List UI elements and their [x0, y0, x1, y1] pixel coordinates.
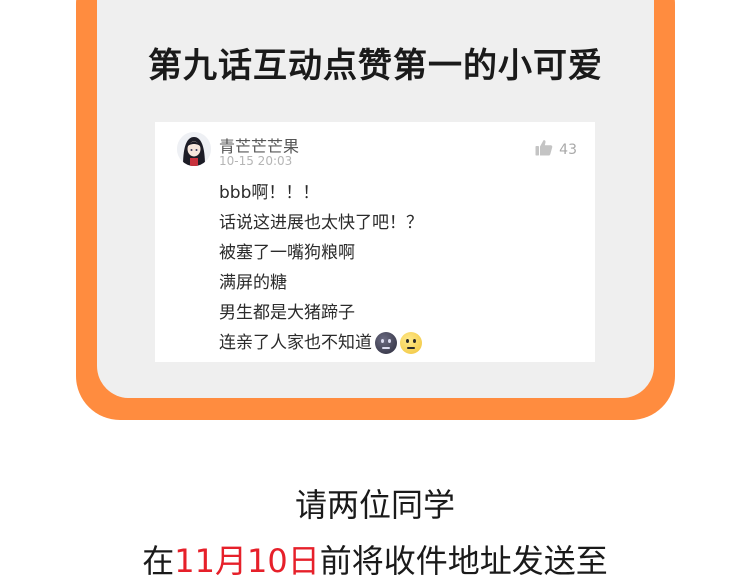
comment-line: 被塞了一嘴狗粮啊 [219, 243, 355, 263]
comment-body: bbb啊！！！ 话说这进展也太快了吧！？ 被塞了一嘴狗粮啊 满屏的糖 男生都是大… [219, 178, 423, 358]
comment-line: 连亲了人家也不知道 [219, 328, 423, 358]
like-count: 43 [559, 141, 577, 158]
comment-line: 满屏的糖 [219, 273, 287, 293]
thumbs-up-icon [535, 139, 553, 160]
like-button[interactable]: 43 [535, 139, 577, 160]
comment-line: bbb啊！！！ [219, 183, 320, 203]
neutral-face-icon [400, 332, 422, 354]
page-title: 第九话互动点赞第一的小可爱 [148, 46, 603, 86]
dark-moon-face-icon [375, 332, 397, 354]
notice-line-2: 在11月10日前将收件地址发送至 [142, 542, 608, 580]
notice-line-1: 请两位同学 [294, 486, 455, 524]
deadline-date: 11月10日 [174, 542, 320, 580]
comment-card: 青芒芒芒果 10-15 20:03 43 bbb啊！！！ 话说这进展也太快了吧！… [155, 122, 595, 362]
avatar[interactable] [177, 132, 211, 166]
comment-timestamp: 10-15 20:03 [219, 154, 293, 168]
comment-line: 话说这进展也太快了吧！？ [219, 213, 423, 233]
comment-line: 男生都是大猪蹄子 [219, 303, 355, 323]
